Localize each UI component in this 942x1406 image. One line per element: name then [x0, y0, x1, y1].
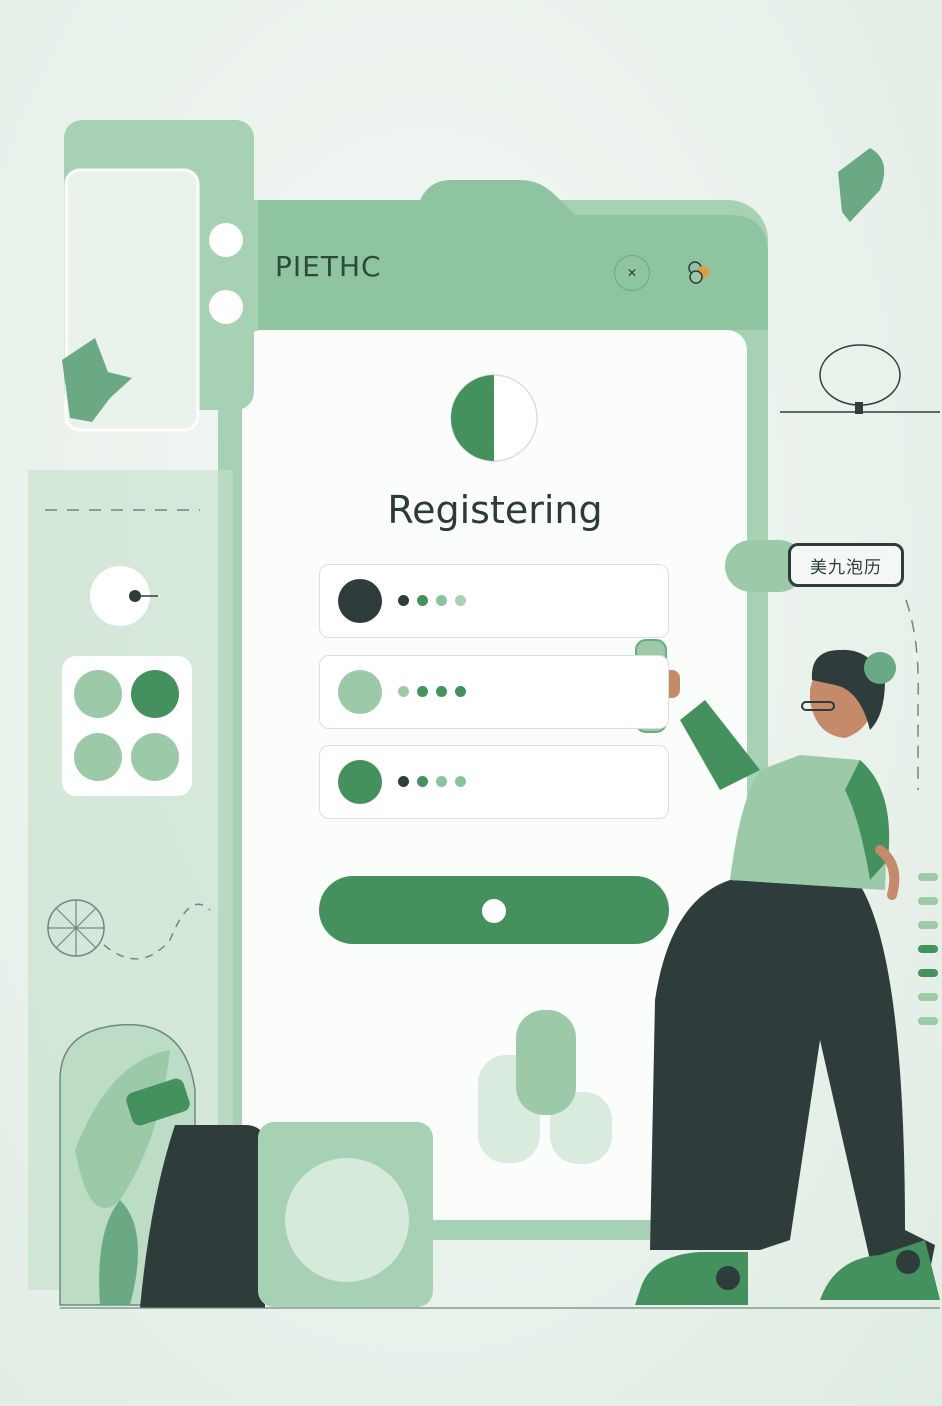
status-title: Registering — [387, 488, 603, 532]
grid-dot — [74, 733, 122, 781]
dot-icon — [455, 595, 466, 606]
field-row[interactable] — [319, 564, 669, 638]
close-icon: ✕ — [626, 266, 638, 280]
password-dots — [398, 686, 466, 697]
globe-icon — [819, 344, 901, 406]
field-avatar — [338, 670, 382, 714]
close-button[interactable]: ✕ — [614, 255, 650, 291]
dot-icon — [417, 686, 428, 697]
app-brand: PIETHC — [275, 250, 382, 283]
field-row[interactable] — [319, 745, 669, 819]
dot-icon — [436, 595, 447, 606]
dot-icon — [417, 776, 428, 787]
globe-stand — [855, 402, 863, 414]
side-tag-text: 美九泡历 — [810, 557, 882, 578]
dot-icon — [436, 776, 447, 787]
grid-dot — [74, 670, 122, 718]
field-avatar — [338, 760, 382, 804]
dot-icon — [455, 776, 466, 787]
grid-dot — [131, 670, 179, 718]
grid-dot — [131, 733, 179, 781]
password-dots — [398, 595, 466, 606]
dashed-curve-right — [905, 599, 919, 790]
flower-icon — [688, 261, 709, 284]
level-bars — [918, 873, 938, 1025]
dot-icon — [398, 776, 409, 787]
paper-plane-icon — [838, 148, 885, 222]
dot-icon — [455, 686, 466, 697]
submit-button[interactable] — [319, 876, 669, 944]
toggle-dot-bottom — [209, 290, 243, 324]
dot-icon — [482, 899, 506, 923]
pill-shape — [516, 1010, 576, 1115]
bottom-circle — [285, 1158, 409, 1282]
dot-icon — [417, 595, 428, 606]
dot-icon — [398, 686, 409, 697]
side-tag: 美九泡历 — [788, 543, 904, 587]
dot-icon — [398, 595, 409, 606]
toggle-dot-top — [209, 223, 243, 257]
flower-button[interactable] — [682, 255, 716, 289]
field-avatar — [338, 579, 382, 623]
field-row[interactable] — [319, 655, 669, 729]
pinwheel-spokes — [48, 900, 104, 956]
password-dots — [398, 776, 466, 787]
dot-icon — [436, 686, 447, 697]
